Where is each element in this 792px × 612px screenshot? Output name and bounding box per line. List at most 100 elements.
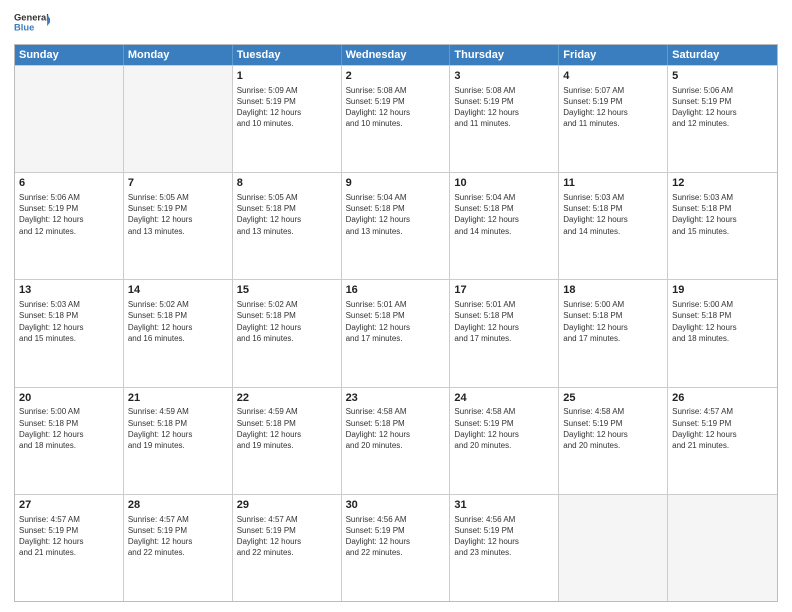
week-row-5: 27Sunrise: 4:57 AM Sunset: 5:19 PM Dayli… [15,494,777,601]
day-cell-8: 8Sunrise: 5:05 AM Sunset: 5:18 PM Daylig… [233,173,342,279]
day-cell-25: 25Sunrise: 4:58 AM Sunset: 5:19 PM Dayli… [559,388,668,494]
day-number: 1 [237,69,337,84]
day-info: Sunrise: 5:03 AM Sunset: 5:18 PM Dayligh… [19,299,119,344]
day-number: 10 [454,176,554,191]
day-number: 25 [563,391,663,406]
day-number: 22 [237,391,337,406]
day-info: Sunrise: 5:06 AM Sunset: 5:19 PM Dayligh… [19,192,119,237]
header-sunday: Sunday [15,45,124,65]
day-info: Sunrise: 4:57 AM Sunset: 5:19 PM Dayligh… [672,406,773,451]
day-info: Sunrise: 4:57 AM Sunset: 5:19 PM Dayligh… [128,514,228,559]
day-cell-14: 14Sunrise: 5:02 AM Sunset: 5:18 PM Dayli… [124,280,233,386]
day-number: 19 [672,283,773,298]
day-cell-7: 7Sunrise: 5:05 AM Sunset: 5:19 PM Daylig… [124,173,233,279]
day-cell-22: 22Sunrise: 4:59 AM Sunset: 5:18 PM Dayli… [233,388,342,494]
day-number: 8 [237,176,337,191]
day-cell-9: 9Sunrise: 5:04 AM Sunset: 5:18 PM Daylig… [342,173,451,279]
day-number: 30 [346,498,446,513]
day-cell-31: 31Sunrise: 4:56 AM Sunset: 5:19 PM Dayli… [450,495,559,601]
day-info: Sunrise: 4:57 AM Sunset: 5:19 PM Dayligh… [237,514,337,559]
empty-cell-0-0 [15,66,124,172]
day-info: Sunrise: 5:08 AM Sunset: 5:19 PM Dayligh… [454,85,554,130]
day-number: 7 [128,176,228,191]
day-number: 27 [19,498,119,513]
day-number: 4 [563,69,663,84]
day-cell-12: 12Sunrise: 5:03 AM Sunset: 5:18 PM Dayli… [668,173,777,279]
svg-text:Blue: Blue [14,22,34,32]
header-monday: Monday [124,45,233,65]
day-cell-6: 6Sunrise: 5:06 AM Sunset: 5:19 PM Daylig… [15,173,124,279]
day-cell-17: 17Sunrise: 5:01 AM Sunset: 5:18 PM Dayli… [450,280,559,386]
week-row-3: 13Sunrise: 5:03 AM Sunset: 5:18 PM Dayli… [15,279,777,386]
day-cell-3: 3Sunrise: 5:08 AM Sunset: 5:19 PM Daylig… [450,66,559,172]
day-info: Sunrise: 4:58 AM Sunset: 5:18 PM Dayligh… [346,406,446,451]
day-number: 6 [19,176,119,191]
day-cell-2: 2Sunrise: 5:08 AM Sunset: 5:19 PM Daylig… [342,66,451,172]
calendar-header: SundayMondayTuesdayWednesdayThursdayFrid… [15,45,777,65]
day-info: Sunrise: 5:02 AM Sunset: 5:18 PM Dayligh… [237,299,337,344]
day-cell-28: 28Sunrise: 4:57 AM Sunset: 5:19 PM Dayli… [124,495,233,601]
logo: General Blue [14,10,50,38]
day-number: 17 [454,283,554,298]
day-info: Sunrise: 5:07 AM Sunset: 5:19 PM Dayligh… [563,85,663,130]
header-friday: Friday [559,45,668,65]
week-row-2: 6Sunrise: 5:06 AM Sunset: 5:19 PM Daylig… [15,172,777,279]
day-number: 3 [454,69,554,84]
day-info: Sunrise: 5:09 AM Sunset: 5:19 PM Dayligh… [237,85,337,130]
day-cell-13: 13Sunrise: 5:03 AM Sunset: 5:18 PM Dayli… [15,280,124,386]
day-cell-1: 1Sunrise: 5:09 AM Sunset: 5:19 PM Daylig… [233,66,342,172]
day-cell-27: 27Sunrise: 4:57 AM Sunset: 5:19 PM Dayli… [15,495,124,601]
day-cell-15: 15Sunrise: 5:02 AM Sunset: 5:18 PM Dayli… [233,280,342,386]
page: General Blue SundayMondayTuesdayWednesda… [0,0,792,612]
day-number: 18 [563,283,663,298]
day-cell-30: 30Sunrise: 4:56 AM Sunset: 5:19 PM Dayli… [342,495,451,601]
day-cell-24: 24Sunrise: 4:58 AM Sunset: 5:19 PM Dayli… [450,388,559,494]
day-info: Sunrise: 5:00 AM Sunset: 5:18 PM Dayligh… [19,406,119,451]
day-number: 9 [346,176,446,191]
day-info: Sunrise: 5:03 AM Sunset: 5:18 PM Dayligh… [563,192,663,237]
day-number: 2 [346,69,446,84]
day-number: 14 [128,283,228,298]
day-info: Sunrise: 5:06 AM Sunset: 5:19 PM Dayligh… [672,85,773,130]
day-cell-29: 29Sunrise: 4:57 AM Sunset: 5:19 PM Dayli… [233,495,342,601]
day-info: Sunrise: 5:01 AM Sunset: 5:18 PM Dayligh… [454,299,554,344]
header: General Blue [14,10,778,38]
day-info: Sunrise: 5:02 AM Sunset: 5:18 PM Dayligh… [128,299,228,344]
day-number: 29 [237,498,337,513]
week-row-4: 20Sunrise: 5:00 AM Sunset: 5:18 PM Dayli… [15,387,777,494]
day-number: 5 [672,69,773,84]
week-row-1: 1Sunrise: 5:09 AM Sunset: 5:19 PM Daylig… [15,65,777,172]
day-cell-5: 5Sunrise: 5:06 AM Sunset: 5:19 PM Daylig… [668,66,777,172]
day-number: 12 [672,176,773,191]
day-cell-11: 11Sunrise: 5:03 AM Sunset: 5:18 PM Dayli… [559,173,668,279]
day-number: 28 [128,498,228,513]
day-number: 13 [19,283,119,298]
header-saturday: Saturday [668,45,777,65]
day-cell-20: 20Sunrise: 5:00 AM Sunset: 5:18 PM Dayli… [15,388,124,494]
day-cell-16: 16Sunrise: 5:01 AM Sunset: 5:18 PM Dayli… [342,280,451,386]
day-info: Sunrise: 4:57 AM Sunset: 5:19 PM Dayligh… [19,514,119,559]
day-number: 20 [19,391,119,406]
calendar: SundayMondayTuesdayWednesdayThursdayFrid… [14,44,778,602]
day-cell-23: 23Sunrise: 4:58 AM Sunset: 5:18 PM Dayli… [342,388,451,494]
day-info: Sunrise: 5:03 AM Sunset: 5:18 PM Dayligh… [672,192,773,237]
day-info: Sunrise: 5:01 AM Sunset: 5:18 PM Dayligh… [346,299,446,344]
day-info: Sunrise: 5:05 AM Sunset: 5:18 PM Dayligh… [237,192,337,237]
day-cell-19: 19Sunrise: 5:00 AM Sunset: 5:18 PM Dayli… [668,280,777,386]
empty-cell-0-1 [124,66,233,172]
day-info: Sunrise: 4:56 AM Sunset: 5:19 PM Dayligh… [454,514,554,559]
day-info: Sunrise: 5:00 AM Sunset: 5:18 PM Dayligh… [672,299,773,344]
day-cell-18: 18Sunrise: 5:00 AM Sunset: 5:18 PM Dayli… [559,280,668,386]
day-number: 26 [672,391,773,406]
day-info: Sunrise: 5:00 AM Sunset: 5:18 PM Dayligh… [563,299,663,344]
day-cell-26: 26Sunrise: 4:57 AM Sunset: 5:19 PM Dayli… [668,388,777,494]
day-info: Sunrise: 4:58 AM Sunset: 5:19 PM Dayligh… [563,406,663,451]
empty-cell-4-5 [559,495,668,601]
day-number: 24 [454,391,554,406]
day-number: 31 [454,498,554,513]
day-info: Sunrise: 5:04 AM Sunset: 5:18 PM Dayligh… [346,192,446,237]
day-info: Sunrise: 4:56 AM Sunset: 5:19 PM Dayligh… [346,514,446,559]
day-cell-21: 21Sunrise: 4:59 AM Sunset: 5:18 PM Dayli… [124,388,233,494]
header-thursday: Thursday [450,45,559,65]
day-cell-4: 4Sunrise: 5:07 AM Sunset: 5:19 PM Daylig… [559,66,668,172]
